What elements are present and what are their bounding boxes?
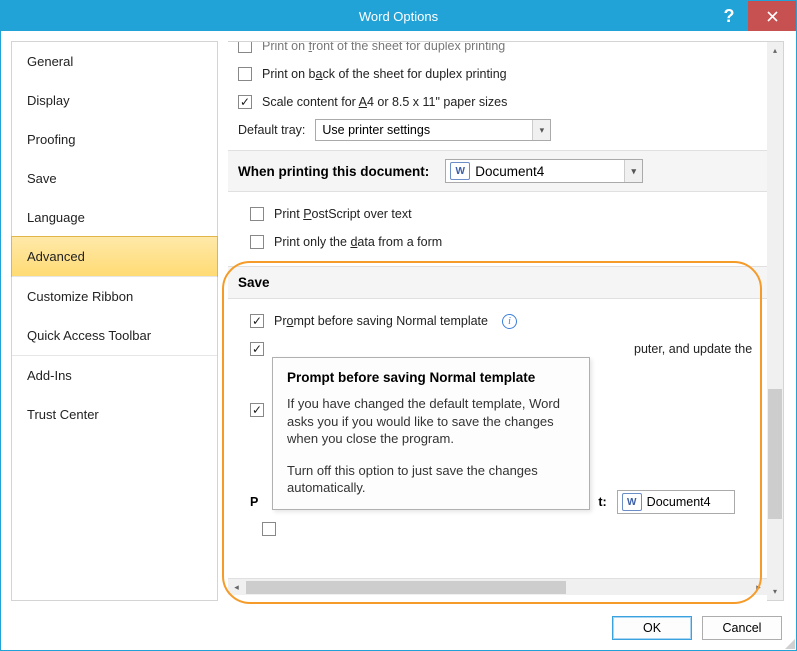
option-row-postscript: Print PostScript over text <box>250 200 767 228</box>
checkbox-data-only[interactable] <box>250 235 264 249</box>
dialog-body: General Display Proofing Save Language A… <box>1 31 796 605</box>
sidebar-item-add-ins[interactable]: Add-Ins <box>12 356 217 395</box>
window-title: Word Options <box>1 9 796 24</box>
horizontal-scrollbar[interactable]: ◂ ▸ <box>228 578 767 595</box>
chevron-down-icon: ▾ <box>624 160 642 182</box>
sidebar-item-proofing[interactable]: Proofing <box>12 120 217 159</box>
dialog-footer: OK Cancel <box>1 605 796 650</box>
scroll-up-button[interactable]: ▴ <box>767 42 783 59</box>
section-title-end: t: <box>598 495 606 509</box>
default-tray-select[interactable]: Use printer settings ▾ <box>315 119 551 141</box>
sidebar-item-customize-ribbon[interactable]: Customize Ribbon <box>12 277 217 316</box>
chevron-down-icon: ▾ <box>532 120 550 140</box>
section-title: When printing this document: <box>238 164 429 179</box>
category-sidebar: General Display Proofing Save Language A… <box>11 41 218 601</box>
scroll-track[interactable] <box>767 59 783 583</box>
word-options-window: Word Options ? General Display Proofing … <box>0 0 797 651</box>
select-value: Use printer settings <box>322 123 526 137</box>
resize-grip[interactable] <box>783 637 795 649</box>
tooltip-paragraph: Turn off this option to just save the ch… <box>287 462 575 497</box>
sidebar-item-save[interactable]: Save <box>12 159 217 198</box>
option-label-partial: puter, and update the <box>634 342 752 356</box>
select-value: Document4 <box>475 164 618 179</box>
checkbox-prompt-normal[interactable] <box>250 314 264 328</box>
option-row-prompt-normal: Prompt before saving Normal template i <box>250 307 767 335</box>
sidebar-item-label: Trust Center <box>27 407 99 422</box>
tooltip-title: Prompt before saving Normal template <box>287 370 575 385</box>
option-row-print-back: Print on back of the sheet for duplex pr… <box>238 60 767 88</box>
default-tray-label: Default tray: <box>238 123 305 137</box>
option-row-print-front: Print on front of the sheet for duplex p… <box>238 41 767 60</box>
sidebar-item-quick-access-toolbar[interactable]: Quick Access Toolbar <box>12 316 217 355</box>
option-row-scale: Scale content for A4 or 8.5 x 11" paper … <box>238 88 767 116</box>
sidebar-item-label: General <box>27 54 73 69</box>
option-row-data-only: Print only the data from a form <box>250 228 767 256</box>
window-controls: ? <box>710 1 796 31</box>
button-label: OK <box>643 621 661 635</box>
option-label: Print on front of the sheet for duplex p… <box>262 41 505 53</box>
help-button[interactable]: ? <box>710 1 748 31</box>
vertical-scrollbar[interactable]: ▴ ▾ <box>767 41 784 601</box>
sidebar-item-display[interactable]: Display <box>12 81 217 120</box>
select-value: Document4 <box>647 495 711 509</box>
scroll-down-button[interactable]: ▾ <box>767 583 783 600</box>
option-row-default-tray: Default tray: Use printer settings ▾ <box>238 116 767 144</box>
checkbox-print-front[interactable] <box>238 41 252 53</box>
titlebar: Word Options ? <box>1 1 796 31</box>
scroll-track[interactable] <box>245 579 750 595</box>
ok-button[interactable]: OK <box>612 616 692 640</box>
info-icon[interactable]: i <box>502 314 517 329</box>
section-title-start: P <box>250 495 258 509</box>
sidebar-item-trust-center[interactable]: Trust Center <box>12 395 217 434</box>
checkbox-print-back[interactable] <box>238 67 252 81</box>
button-label: Cancel <box>723 621 762 635</box>
checkbox-scale-content[interactable] <box>238 95 252 109</box>
scroll-right-button[interactable]: ▸ <box>750 579 767 595</box>
document-select[interactable]: W Document4 <box>617 490 735 514</box>
tooltip: Prompt before saving Normal template If … <box>272 357 590 510</box>
scroll-left-button[interactable]: ◂ <box>228 579 245 595</box>
sidebar-item-label: Proofing <box>27 132 75 147</box>
option-label: Print only the data from a form <box>274 235 442 249</box>
sidebar-item-label: Display <box>27 93 70 108</box>
sidebar-item-language[interactable]: Language <box>12 198 217 237</box>
section-when-printing: When printing this document: W Document4… <box>228 150 767 192</box>
sidebar-item-label: Add-Ins <box>27 368 72 383</box>
section-body: Print PostScript over text Print only th… <box>238 196 767 260</box>
checkbox[interactable] <box>250 342 264 356</box>
option-label: Prompt before saving Normal template <box>274 314 488 328</box>
close-button[interactable] <box>748 1 796 31</box>
word-doc-icon: W <box>622 493 642 511</box>
scroll-thumb[interactable] <box>246 581 566 594</box>
sidebar-item-label: Save <box>27 171 57 186</box>
option-label: Print PostScript over text <box>274 207 412 221</box>
sidebar-item-advanced[interactable]: Advanced <box>11 236 218 277</box>
checkbox[interactable] <box>262 522 276 536</box>
section-save: Save <box>228 266 767 299</box>
checkbox-postscript[interactable] <box>250 207 264 221</box>
word-doc-icon: W <box>450 162 470 180</box>
cancel-button[interactable]: Cancel <box>702 616 782 640</box>
sidebar-item-label: Language <box>27 210 85 225</box>
tooltip-paragraph: If you have changed the default template… <box>287 395 575 448</box>
document-select[interactable]: W Document4 ▾ <box>445 159 643 183</box>
section-title: Save <box>238 275 270 290</box>
scroll-thumb[interactable] <box>768 389 782 519</box>
option-label: Scale content for A4 or 8.5 x 11" paper … <box>262 95 507 109</box>
sidebar-item-label: Advanced <box>27 249 85 264</box>
close-icon <box>767 11 778 22</box>
sidebar-item-label: Quick Access Toolbar <box>27 328 151 343</box>
sidebar-item-label: Customize Ribbon <box>27 289 133 304</box>
sidebar-item-general[interactable]: General <box>12 42 217 81</box>
option-label: Print on back of the sheet for duplex pr… <box>262 67 507 81</box>
option-row-hidden4 <box>262 522 276 539</box>
checkbox[interactable] <box>250 403 264 417</box>
